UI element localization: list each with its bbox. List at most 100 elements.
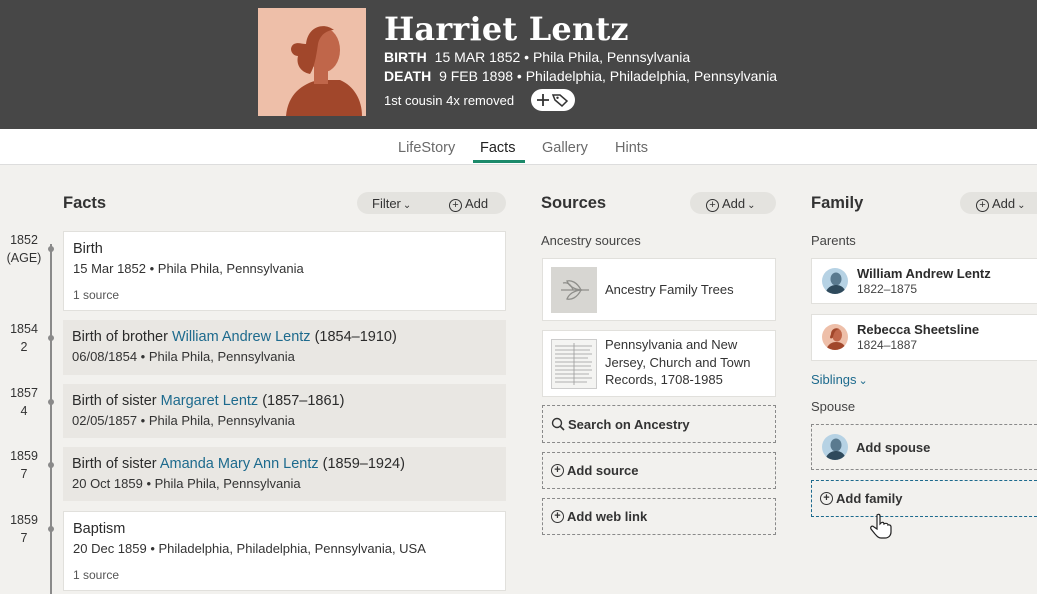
add-family-menu-label: Add	[992, 196, 1016, 211]
plus-circle-icon: +	[706, 199, 719, 212]
search-on-ancestry-label: Search on Ancestry	[568, 416, 690, 432]
family-title: Family	[811, 194, 864, 212]
fact-title: Birth of brother William Andrew Lentz (1…	[72, 329, 397, 345]
search-icon	[551, 417, 565, 431]
spouse-label: Spouse	[811, 399, 856, 414]
person-link[interactable]: Amanda Mary Ann Lentz	[160, 456, 319, 472]
tab-hints[interactable]: Hints	[615, 140, 648, 156]
chevron-down-icon: ⌄	[402, 200, 412, 211]
fact-title: Birth	[73, 241, 103, 257]
add-source-menu-button[interactable]: + Add ⌄	[690, 192, 776, 214]
leaf-icon	[551, 267, 597, 313]
filter-label: Filter	[372, 196, 401, 211]
ancestry-sources-label: Ancestry sources	[541, 233, 641, 248]
add-spouse-label: Add spouse	[856, 439, 931, 455]
filter-button[interactable]: Filter ⌄	[372, 196, 411, 211]
death-label: DEATH	[384, 68, 432, 84]
fact-card-sister-birth[interactable]: Birth of sister Amanda Mary Ann Lentz (1…	[63, 447, 506, 501]
plus-circle-icon: +	[976, 199, 989, 212]
add-family-label: Add family	[836, 491, 903, 506]
plus-circle-icon: +	[449, 199, 462, 212]
death-line: DEATH 9 FEB 1898 • Philadelphia, Philade…	[384, 68, 777, 84]
plus-circle-icon: +	[551, 464, 564, 477]
hand-cursor-icon	[870, 513, 892, 539]
timeline-year: 1859 7	[10, 513, 38, 545]
timeline-line	[50, 244, 52, 594]
source-title: Pennsylvania and New Jersey, Church and …	[605, 337, 751, 387]
chevron-down-icon: ⌄	[747, 200, 756, 211]
chevron-down-icon: ⌄	[1017, 200, 1026, 211]
fact-card-brother-birth[interactable]: Birth of brother William Andrew Lentz (1…	[63, 320, 506, 375]
timeline-dot	[48, 335, 54, 341]
parent-years: 1824–1887	[857, 338, 918, 352]
plus-circle-icon: +	[551, 510, 564, 523]
person-header: Harriet Lentz BIRTH 15 MAR 1852 • Phila …	[0, 0, 1037, 129]
fact-card-sister-birth[interactable]: Birth of sister Margaret Lentz (1857–186…	[63, 384, 506, 438]
timeline-year: 1854 2	[10, 322, 38, 354]
sources-title: Sources	[541, 194, 607, 212]
facts-toolbar: Filter ⌄ + Add	[357, 192, 506, 214]
person-name: Harriet Lentz	[384, 10, 629, 48]
active-tab-indicator	[473, 160, 525, 163]
male-avatar-icon	[822, 268, 848, 294]
person-link[interactable]: William Andrew Lentz	[172, 329, 311, 345]
plus-circle-icon: +	[820, 492, 833, 505]
female-silhouette-icon	[258, 8, 366, 116]
fact-title: Baptism	[73, 521, 126, 537]
fact-detail: 02/05/1857 • Phila Phila, Pennsylvania	[72, 413, 295, 428]
add-fact-label: Add	[465, 196, 489, 211]
add-family-button[interactable]: + Add family	[811, 480, 1037, 517]
timeline-year: 1857 4	[10, 386, 38, 418]
source-card[interactable]: Pennsylvania and New Jersey, Church and …	[542, 330, 776, 397]
death-value: 9 FEB 1898 • Philadelphia, Philadelphia,…	[439, 68, 778, 84]
birth-label: BIRTH	[384, 49, 427, 65]
person-link[interactable]: Margaret Lentz	[161, 393, 259, 409]
parents-label: Parents	[811, 233, 856, 248]
source-title: Ancestry Family Trees	[605, 282, 734, 297]
fact-detail: 15 Mar 1852 • Phila Phila, Pennsylvania	[73, 261, 304, 276]
timeline-dot	[48, 526, 54, 532]
plus-tag-icon	[537, 94, 569, 108]
facts-title: Facts	[63, 194, 107, 212]
add-web-link-button[interactable]: + Add web link	[542, 498, 776, 535]
relationship-text[interactable]: 1st cousin 4x removed	[384, 93, 514, 108]
parent-name: William Andrew Lentz	[857, 266, 991, 281]
parent-card-mother[interactable]: Rebecca Sheetsline 1824–1887	[811, 314, 1037, 361]
add-web-link-label: Add web link	[567, 509, 648, 524]
add-source-button[interactable]: + Add source	[542, 452, 776, 489]
document-thumbnail	[551, 339, 597, 389]
tab-lifestory[interactable]: LifeStory	[398, 140, 455, 156]
fact-detail: 20 Oct 1859 • Phila Phila, Pennsylvania	[72, 476, 301, 491]
fact-title: Birth of sister Margaret Lentz (1857–186…	[72, 393, 345, 409]
add-source-menu-label: Add	[722, 196, 746, 211]
parent-name: Rebecca Sheetsline	[857, 322, 980, 337]
fact-source-count[interactable]: 1 source	[73, 568, 496, 582]
add-spouse-button[interactable]: Add spouse	[811, 424, 1037, 470]
tab-facts[interactable]: Facts	[480, 140, 515, 156]
search-on-ancestry-button[interactable]: Search on Ancestry	[542, 405, 776, 443]
timeline-dot	[48, 246, 54, 252]
siblings-toggle[interactable]: Siblings ⌄	[811, 372, 868, 387]
fact-card-baptism[interactable]: Baptism 20 Dec 1859 • Philadelphia, Phil…	[63, 511, 506, 591]
timeline-year: 1852 (AGE)	[6, 233, 42, 265]
person-portrait[interactable]	[258, 8, 366, 116]
timeline-year: 1859 7	[10, 449, 38, 481]
source-card[interactable]: Ancestry Family Trees	[542, 258, 776, 321]
birth-value: 15 MAR 1852 • Phila Phila, Pennsylvania	[434, 49, 691, 65]
add-family-member-menu-button[interactable]: + Add ⌄	[960, 192, 1037, 214]
add-source-label: Add source	[567, 463, 639, 478]
timeline-dot	[48, 462, 54, 468]
tab-gallery[interactable]: Gallery	[542, 140, 588, 156]
birth-line: BIRTH 15 MAR 1852 • Phila Phila, Pennsyl…	[384, 49, 690, 65]
add-fact-button[interactable]: + Add	[449, 196, 488, 212]
fact-detail: 20 Dec 1859 • Philadelphia, Philadelphia…	[73, 541, 426, 556]
fact-card-birth[interactable]: Birth 15 Mar 1852 • Phila Phila, Pennsyl…	[63, 231, 506, 311]
fact-detail: 06/08/1854 • Phila Phila, Pennsylvania	[72, 349, 295, 364]
male-avatar-icon	[822, 434, 848, 460]
add-tag-button[interactable]	[531, 89, 575, 111]
female-avatar-icon	[822, 324, 848, 350]
siblings-label: Siblings	[811, 372, 857, 387]
parent-card-father[interactable]: William Andrew Lentz 1822–1875	[811, 258, 1037, 304]
timeline-dot	[48, 399, 54, 405]
fact-source-count[interactable]: 1 source	[73, 288, 496, 302]
